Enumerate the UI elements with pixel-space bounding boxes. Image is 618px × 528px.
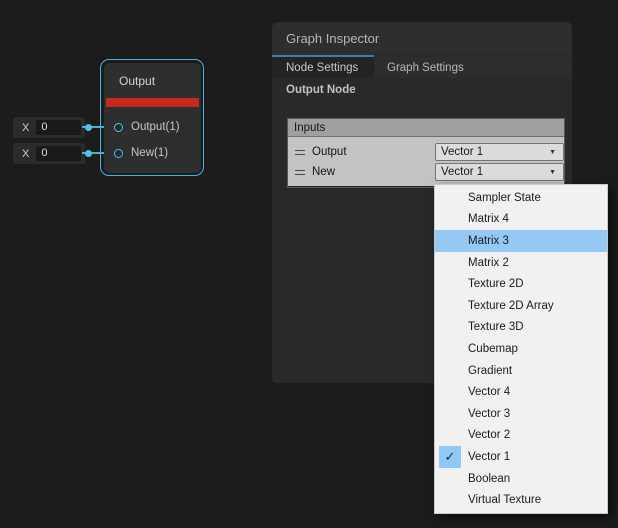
value-field-new[interactable]: 0 bbox=[36, 146, 81, 161]
menu-item-sampler-state[interactable]: Sampler State bbox=[435, 187, 607, 209]
panel-title: Graph Inspector bbox=[272, 22, 572, 55]
port-new-icon[interactable] bbox=[114, 149, 123, 158]
drag-handle-icon[interactable] bbox=[295, 170, 305, 175]
menu-item-vector-3[interactable]: Vector 3 bbox=[435, 403, 607, 425]
menu-item-texture-3d[interactable]: Texture 3D bbox=[435, 317, 607, 339]
menu-item-matrix-3[interactable]: Matrix 3 bbox=[435, 230, 607, 252]
input-field-x-new[interactable]: X 0 bbox=[13, 143, 85, 164]
dropdown-value: Vector 1 bbox=[441, 146, 483, 158]
menu-item-matrix-4[interactable]: Matrix 4 bbox=[435, 209, 607, 231]
type-dropdown-new[interactable]: Vector 1 ▼ bbox=[435, 163, 564, 181]
edge-dot-output bbox=[85, 124, 92, 131]
input-field-x-output[interactable]: X 0 bbox=[13, 117, 85, 138]
type-dropdown-menu: Sampler State Matrix 4 Matrix 3 Matrix 2… bbox=[434, 184, 608, 514]
menu-item-label: Vector 1 bbox=[468, 451, 510, 463]
menu-item-boolean[interactable]: Boolean bbox=[435, 468, 607, 490]
axis-label-x: X bbox=[22, 122, 29, 134]
edge-dot-new bbox=[85, 150, 92, 157]
menu-item-matrix-2[interactable]: Matrix 2 bbox=[435, 252, 607, 274]
inputs-list-body: Output Vector 1 ▼ New Vector 1 ▼ bbox=[288, 137, 564, 186]
menu-item-cubemap[interactable]: Cubemap bbox=[435, 338, 607, 360]
value-field-output[interactable]: 0 bbox=[36, 120, 81, 135]
chevron-down-icon: ▼ bbox=[549, 169, 556, 176]
menu-item-vector-1[interactable]: ✓ Vector 1 bbox=[435, 446, 607, 468]
checkmark-icon: ✓ bbox=[439, 446, 461, 468]
inputs-list-header: Inputs bbox=[288, 119, 564, 137]
menu-item-virtual-texture[interactable]: Virtual Texture bbox=[435, 489, 607, 511]
inputs-list: Inputs Output Vector 1 ▼ New Vector 1 ▼ bbox=[287, 118, 565, 188]
type-dropdown-output[interactable]: Vector 1 ▼ bbox=[435, 143, 564, 161]
node-title: Output bbox=[104, 63, 201, 88]
port-label-output: Output(1) bbox=[131, 121, 180, 133]
input-row-label: New bbox=[312, 166, 335, 178]
dropdown-value: Vector 1 bbox=[441, 166, 483, 178]
tab-node-settings[interactable]: Node Settings bbox=[272, 57, 374, 78]
chevron-down-icon: ▼ bbox=[549, 149, 556, 156]
menu-item-texture-2d[interactable]: Texture 2D bbox=[435, 273, 607, 295]
input-row-label: Output bbox=[312, 146, 347, 158]
tab-graph-settings[interactable]: Graph Settings bbox=[374, 57, 464, 78]
section-title-output-node: Output Node bbox=[286, 84, 356, 96]
input-row-new[interactable]: New Vector 1 ▼ bbox=[288, 162, 564, 182]
menu-item-gradient[interactable]: Gradient bbox=[435, 360, 607, 382]
tab-bar: Node Settings Graph Settings bbox=[272, 57, 572, 78]
input-row-output[interactable]: Output Vector 1 ▼ bbox=[288, 142, 564, 162]
axis-label-x: X bbox=[22, 148, 29, 160]
menu-item-vector-2[interactable]: Vector 2 bbox=[435, 425, 607, 447]
node-color-bar bbox=[106, 98, 199, 107]
menu-item-texture-2d-array[interactable]: Texture 2D Array bbox=[435, 295, 607, 317]
drag-handle-icon[interactable] bbox=[295, 150, 305, 155]
port-output-icon[interactable] bbox=[114, 123, 123, 132]
port-label-new: New(1) bbox=[131, 147, 168, 159]
menu-item-vector-4[interactable]: Vector 4 bbox=[435, 381, 607, 403]
